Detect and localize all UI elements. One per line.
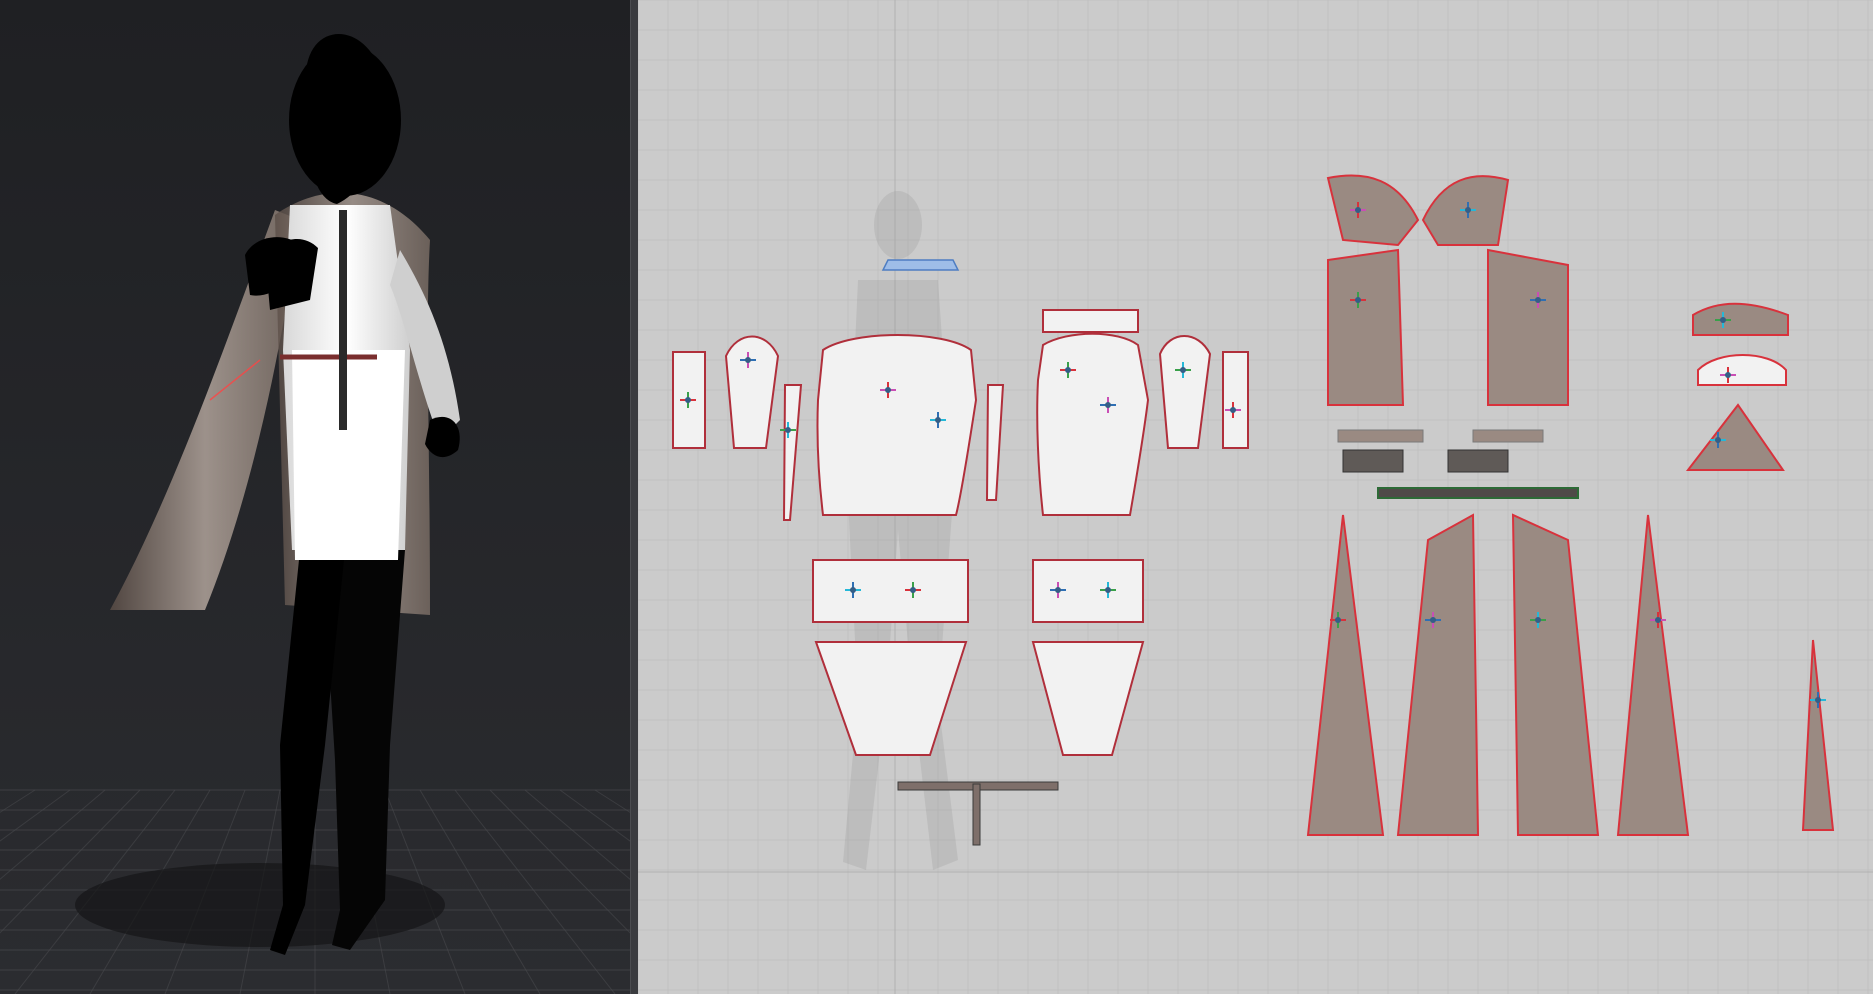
pattern-marker-dot <box>1355 297 1361 303</box>
collar-piece[interactable] <box>881 259 960 271</box>
pattern-marker-dot <box>1535 297 1541 303</box>
collar-band-piece[interactable] <box>1042 309 1139 333</box>
skirt-front-waistband[interactable] <box>812 559 969 623</box>
pattern-marker-dot <box>1465 207 1471 213</box>
avatar-head-shape <box>289 44 401 196</box>
coat-pocket-left[interactable] <box>1342 449 1404 473</box>
pattern-marker-dot <box>1655 617 1661 623</box>
skirt-3d[interactable] <box>292 350 405 560</box>
coat-pocket-flap-left[interactable] <box>1337 429 1424 443</box>
pattern-marker-dot <box>1065 367 1071 373</box>
pattern-marker-dot <box>1715 437 1721 443</box>
coat-pocket-right[interactable] <box>1447 449 1509 473</box>
shirt-front-piece[interactable] <box>816 334 978 516</box>
pattern-marker-dot <box>885 387 891 393</box>
pattern-marker-dot <box>1105 402 1111 408</box>
pattern-marker-dot <box>745 357 751 363</box>
app-window <box>0 0 1873 994</box>
pattern-marker-dot <box>1725 372 1731 378</box>
pattern-marker-dot <box>935 417 941 423</box>
coat-waist-belt[interactable] <box>1377 487 1579 499</box>
pattern-marker-dot <box>1180 367 1186 373</box>
pattern-marker-dot <box>1535 617 1541 623</box>
coat-sleeve-right[interactable] <box>1487 248 1569 406</box>
avatar-right-hand <box>425 416 460 458</box>
coat-pocket-flap-right[interactable] <box>1472 429 1544 443</box>
shirt-back-piece[interactable] <box>1036 332 1150 516</box>
3d-viewport[interactable] <box>0 0 630 994</box>
pattern-marker-dot <box>1230 407 1236 413</box>
pattern-marker-dot <box>1430 617 1436 623</box>
3d-scene <box>0 0 630 994</box>
pattern-marker-dot <box>1815 697 1821 703</box>
avatar-shadow <box>75 863 445 947</box>
pattern-marker-dot <box>1055 587 1061 593</box>
pattern-marker-dot <box>850 587 856 593</box>
right-cuff-piece[interactable] <box>1222 351 1249 449</box>
skirt-back-waistband[interactable] <box>1032 559 1144 623</box>
belt-tab-piece[interactable] <box>972 783 981 846</box>
2d-pattern-window[interactable] <box>638 0 1873 994</box>
pattern-marker-dot <box>685 397 691 403</box>
pattern-marker-dot <box>785 427 791 433</box>
pattern-marker-dot <box>1335 617 1341 623</box>
pattern-marker-dot <box>1720 317 1726 323</box>
pattern-canvas <box>638 0 1873 994</box>
coat-sleeve-left[interactable] <box>1327 248 1405 406</box>
pattern-marker-dot <box>1355 207 1361 213</box>
pattern-marker-dot <box>1105 587 1111 593</box>
pattern-marker-dot <box>910 587 916 593</box>
